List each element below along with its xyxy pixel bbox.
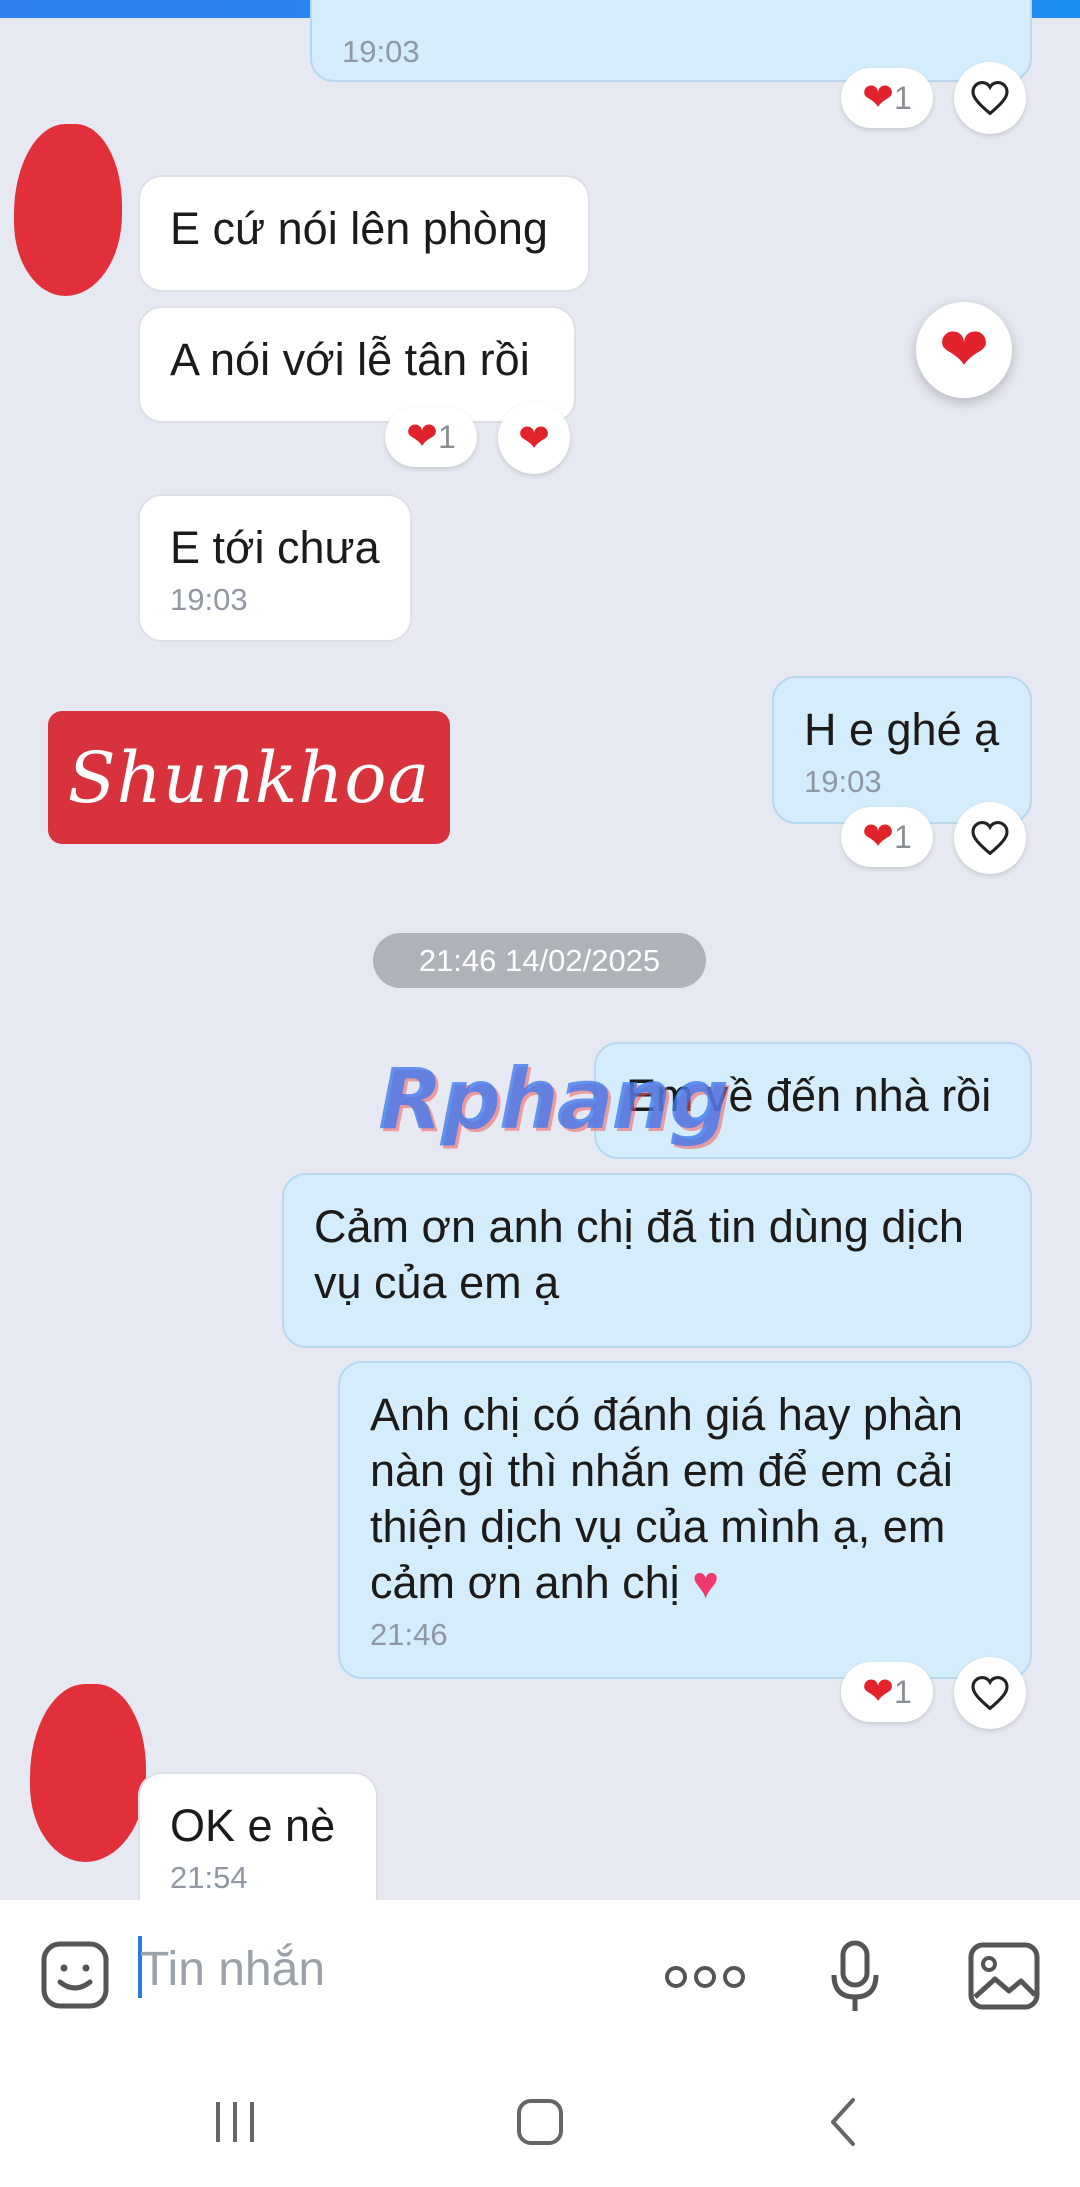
message-bubble-outgoing[interactable]: Cảm ơn anh chị đã tin dùng dịch vụ của e… [282,1173,1032,1348]
heart-icon: ❤ [862,77,895,119]
date-separator-text: 21:46 14/02/2025 [418,942,661,978]
message-text: H e ghé ạ [804,704,1000,755]
message-text: Anh chị có đánh giá hay phàn nàn gì thì … [370,1389,963,1608]
more-options-icon[interactable] [660,1952,750,2002]
watermark-text: Rphang [378,1050,729,1148]
reaction-count: 1 [894,79,912,116]
image-gallery-icon[interactable] [964,1936,1044,2016]
system-navigation-bar [0,2060,1080,2187]
heart-icon: ❤ [518,417,550,460]
avatar-redacted[interactable] [14,124,122,296]
date-separator: 21:46 14/02/2025 [373,933,706,988]
like-button-liked[interactable]: ❤ [498,402,570,474]
shunkhoa-watermark-logo: Shunkhoa [48,711,450,844]
rphang-watermark-logo: Rphang [378,1050,729,1148]
message-text: A nói với lễ tân rồi [170,334,530,385]
reaction-count: 1 [894,1673,912,1710]
message-time: 19:03 [804,764,882,799]
message-input[interactable]: Tin nhắn [140,1942,325,1997]
heart-icon: ❤ [406,416,439,458]
message-text: E cứ nói lên phòng [170,203,548,254]
like-button[interactable] [954,802,1026,874]
microphone-icon[interactable] [820,1932,890,2022]
message-bubble-incoming[interactable]: A nói với lễ tân rồi [138,306,576,423]
heart-outline-icon [971,1676,1009,1710]
message-text: E tới chưa [170,522,380,573]
sticker-icon[interactable] [38,1938,112,2012]
message-bubble-outgoing[interactable]: 19:03 [310,0,1032,82]
heart-emoji-icon: ♥ [692,1557,719,1608]
message-time: 21:46 [370,1617,448,1652]
message-time: 19:03 [342,34,420,69]
avatar-redacted[interactable] [30,1684,146,1862]
reaction-count-pill[interactable]: ❤ 1 [841,807,933,867]
recent-apps-icon[interactable] [200,2092,270,2152]
quick-reaction-heart-button[interactable]: ❤ [916,302,1012,398]
heart-outline-icon [971,81,1009,115]
message-bubble-incoming[interactable]: E cứ nói lên phòng [138,175,590,292]
message-time: 21:54 [170,1860,248,1895]
message-text: OK e nè [170,1800,336,1851]
heart-outline-icon [971,821,1009,855]
reaction-count: 1 [894,818,912,855]
heart-icon: ❤ [938,316,990,383]
message-bubble-incoming[interactable]: E tới chưa 19:03 [138,494,412,642]
heart-icon: ❤ [862,1671,895,1713]
reaction-count-pill[interactable]: ❤ 1 [841,68,933,128]
watermark-text: Shunkhoa [67,736,431,819]
message-bubble-outgoing[interactable]: Anh chị có đánh giá hay phàn nàn gì thì … [338,1361,1032,1679]
home-icon[interactable] [505,2092,575,2152]
message-composer: Tin nhắn [0,1900,1080,2060]
message-text: Cảm ơn anh chị đã tin dùng dịch vụ của e… [314,1201,964,1308]
message-time: 19:03 [170,582,248,617]
heart-icon: ❤ [862,816,895,858]
reaction-count-pill[interactable]: ❤ 1 [385,407,477,467]
like-button[interactable] [954,1657,1026,1729]
like-button[interactable] [954,62,1026,134]
back-icon[interactable] [808,2092,878,2152]
reaction-count-pill[interactable]: ❤ 1 [841,1662,933,1722]
reaction-count: 1 [438,418,456,455]
